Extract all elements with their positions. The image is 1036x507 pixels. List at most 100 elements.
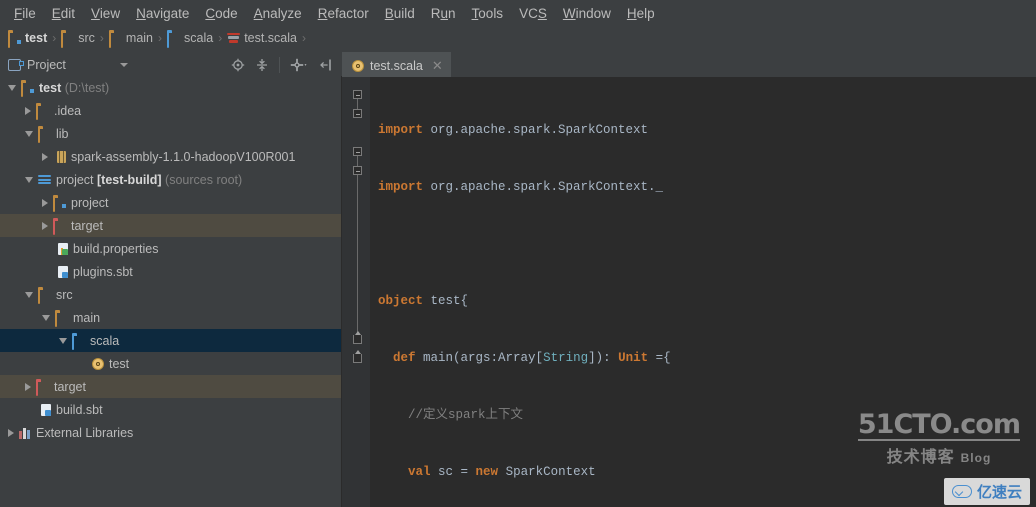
locate-file-icon[interactable]: [231, 58, 245, 72]
breadcrumb-item-src[interactable]: src: [61, 31, 95, 48]
editor-gutter[interactable]: [342, 77, 370, 507]
close-icon[interactable]: ✕: [432, 58, 443, 74]
twisty-none: [76, 359, 83, 368]
code-line: import org.apache.spark.SparkContext._: [378, 180, 664, 194]
folder-module-icon: [53, 196, 66, 212]
tree-row-project-module[interactable]: project [test-build] (sources root): [0, 168, 341, 191]
menu-item-help[interactable]: Help: [619, 4, 663, 23]
twisty-closed-icon[interactable]: [25, 106, 31, 115]
tree-label: src: [56, 287, 73, 302]
menu-item-view[interactable]: View: [83, 4, 128, 23]
menu-item-analyze[interactable]: Analyze: [246, 4, 310, 23]
toolbar-divider: [279, 56, 280, 73]
hide-panel-icon[interactable]: [319, 58, 333, 72]
tree-row-spark-assembly-jar[interactable]: spark-assembly-1.1.0-hadoopV100R001: [0, 145, 341, 168]
menu-item-navigate[interactable]: Navigate: [128, 4, 197, 23]
twisty-open-icon[interactable]: [42, 314, 50, 321]
tree-row-plugins-sbt[interactable]: plugins.sbt: [0, 260, 341, 283]
tree-row-main[interactable]: main: [0, 306, 341, 329]
tree-row-test-object[interactable]: test: [0, 352, 341, 375]
tree-row-build-properties[interactable]: build.properties: [0, 237, 341, 260]
breadcrumb: test › src › main › scala › test.scala ›: [0, 26, 1036, 50]
twisty-open-icon[interactable]: [25, 176, 33, 183]
twisty-closed-icon[interactable]: [42, 152, 48, 161]
watermark-51cto: 51CTO.com 技术博客 Blog: [857, 411, 1021, 467]
breadcrumb-item-scala[interactable]: scala: [167, 31, 214, 48]
project-view-selector[interactable]: Project: [0, 58, 138, 72]
external-libraries-icon: [19, 427, 31, 439]
tree-label: target: [71, 218, 103, 233]
twisty-open-icon[interactable]: [59, 337, 67, 344]
fold-marker-icon[interactable]: [353, 109, 362, 118]
tree-row-project-folder[interactable]: project: [0, 191, 341, 214]
sbt-file-icon: [58, 265, 68, 278]
breadcrumb-label: scala: [184, 31, 214, 45]
editor-tab-test-scala[interactable]: test.scala ✕: [342, 52, 451, 77]
module-bars-icon: [38, 174, 51, 185]
editor-area: test.scala ✕ import org.apache.spark.Spa…: [342, 52, 1036, 507]
fold-marker-icon[interactable]: [353, 166, 362, 175]
menu-item-refactor[interactable]: Refactor: [310, 4, 377, 23]
breadcrumb-label: main: [125, 31, 153, 45]
menu-item-vcs[interactable]: VCS: [511, 4, 555, 23]
tree-row-scala[interactable]: scala: [0, 329, 341, 352]
tree-label: build.properties: [73, 241, 159, 256]
fold-end-icon[interactable]: [353, 331, 362, 344]
tree-row-target-root[interactable]: target: [0, 375, 341, 398]
scala-file-icon: [227, 32, 241, 44]
chevron-down-icon[interactable]: [120, 62, 128, 67]
menu-bar: File Edit View Navigate Code Analyze Ref…: [0, 0, 1036, 26]
fold-marker-icon[interactable]: [353, 90, 362, 99]
tree-row-external-libraries[interactable]: External Libraries: [0, 421, 341, 444]
tree-row-lib[interactable]: lib: [0, 122, 341, 145]
twisty-closed-icon[interactable]: [25, 382, 31, 391]
project-panel-header: Project: [0, 52, 341, 78]
menu-item-build[interactable]: Build: [377, 4, 423, 23]
tree-row-build-sbt[interactable]: build.sbt: [0, 398, 341, 421]
watermark-yisuyun: 亿速云: [943, 478, 1030, 505]
fold-end-icon[interactable]: [353, 350, 362, 363]
tree-label: .idea: [54, 103, 82, 118]
collapse-all-icon[interactable]: [255, 58, 269, 72]
folder-module-icon: [8, 31, 21, 48]
folder-source-root-icon: [72, 334, 85, 350]
menu-item-code[interactable]: Code: [197, 4, 245, 23]
twisty-open-icon[interactable]: [25, 130, 33, 137]
breadcrumb-separator: ›: [99, 31, 104, 45]
tree-row-test[interactable]: test (D:\test): [0, 76, 341, 99]
tree-label: lib: [56, 126, 69, 141]
folder-module-icon: [21, 81, 34, 97]
watermark-label: 亿速云: [976, 484, 1022, 501]
idea-window: File Edit View Navigate Code Analyze Ref…: [0, 0, 1036, 507]
folder-icon: [36, 104, 49, 120]
twisty-closed-icon[interactable]: [8, 428, 14, 437]
tree-label: test (D:\test): [39, 80, 110, 95]
menu-item-tools[interactable]: Tools: [464, 4, 512, 23]
code-line: import org.apache.spark.SparkContext: [378, 123, 649, 137]
breadcrumb-item-main[interactable]: main: [108, 31, 153, 48]
menu-item-window[interactable]: Window: [555, 4, 619, 23]
menu-item-run[interactable]: Run: [423, 4, 464, 23]
breadcrumb-item-test[interactable]: test: [8, 31, 47, 48]
project-panel-toolbar: [231, 56, 341, 73]
folder-excluded-icon: [36, 380, 49, 396]
twisty-open-icon[interactable]: [25, 291, 33, 298]
project-tree[interactable]: test (D:\test) .idea lib spark-assembly-…: [0, 76, 342, 507]
code-line: object test{: [378, 294, 469, 308]
menu-item-file[interactable]: File: [6, 4, 44, 23]
project-panel-title: Project: [27, 57, 66, 72]
tree-row-src[interactable]: src: [0, 283, 341, 306]
fold-marker-icon[interactable]: [353, 147, 362, 156]
twisty-closed-icon[interactable]: [42, 198, 48, 207]
menu-item-edit[interactable]: Edit: [44, 4, 83, 23]
code-line: def main(args:Array[String]): Unit ={: [393, 351, 671, 365]
tree-row-idea[interactable]: .idea: [0, 99, 341, 122]
twisty-closed-icon[interactable]: [42, 221, 48, 230]
settings-gear-icon[interactable]: [290, 58, 309, 72]
jar-icon: [57, 150, 66, 163]
tree-row-target-inner[interactable]: target: [0, 214, 341, 237]
breadcrumb-separator: ›: [218, 31, 223, 45]
folder-icon: [61, 31, 74, 48]
breadcrumb-item-test-scala[interactable]: test.scala: [227, 31, 297, 45]
twisty-open-icon[interactable]: [8, 84, 16, 91]
